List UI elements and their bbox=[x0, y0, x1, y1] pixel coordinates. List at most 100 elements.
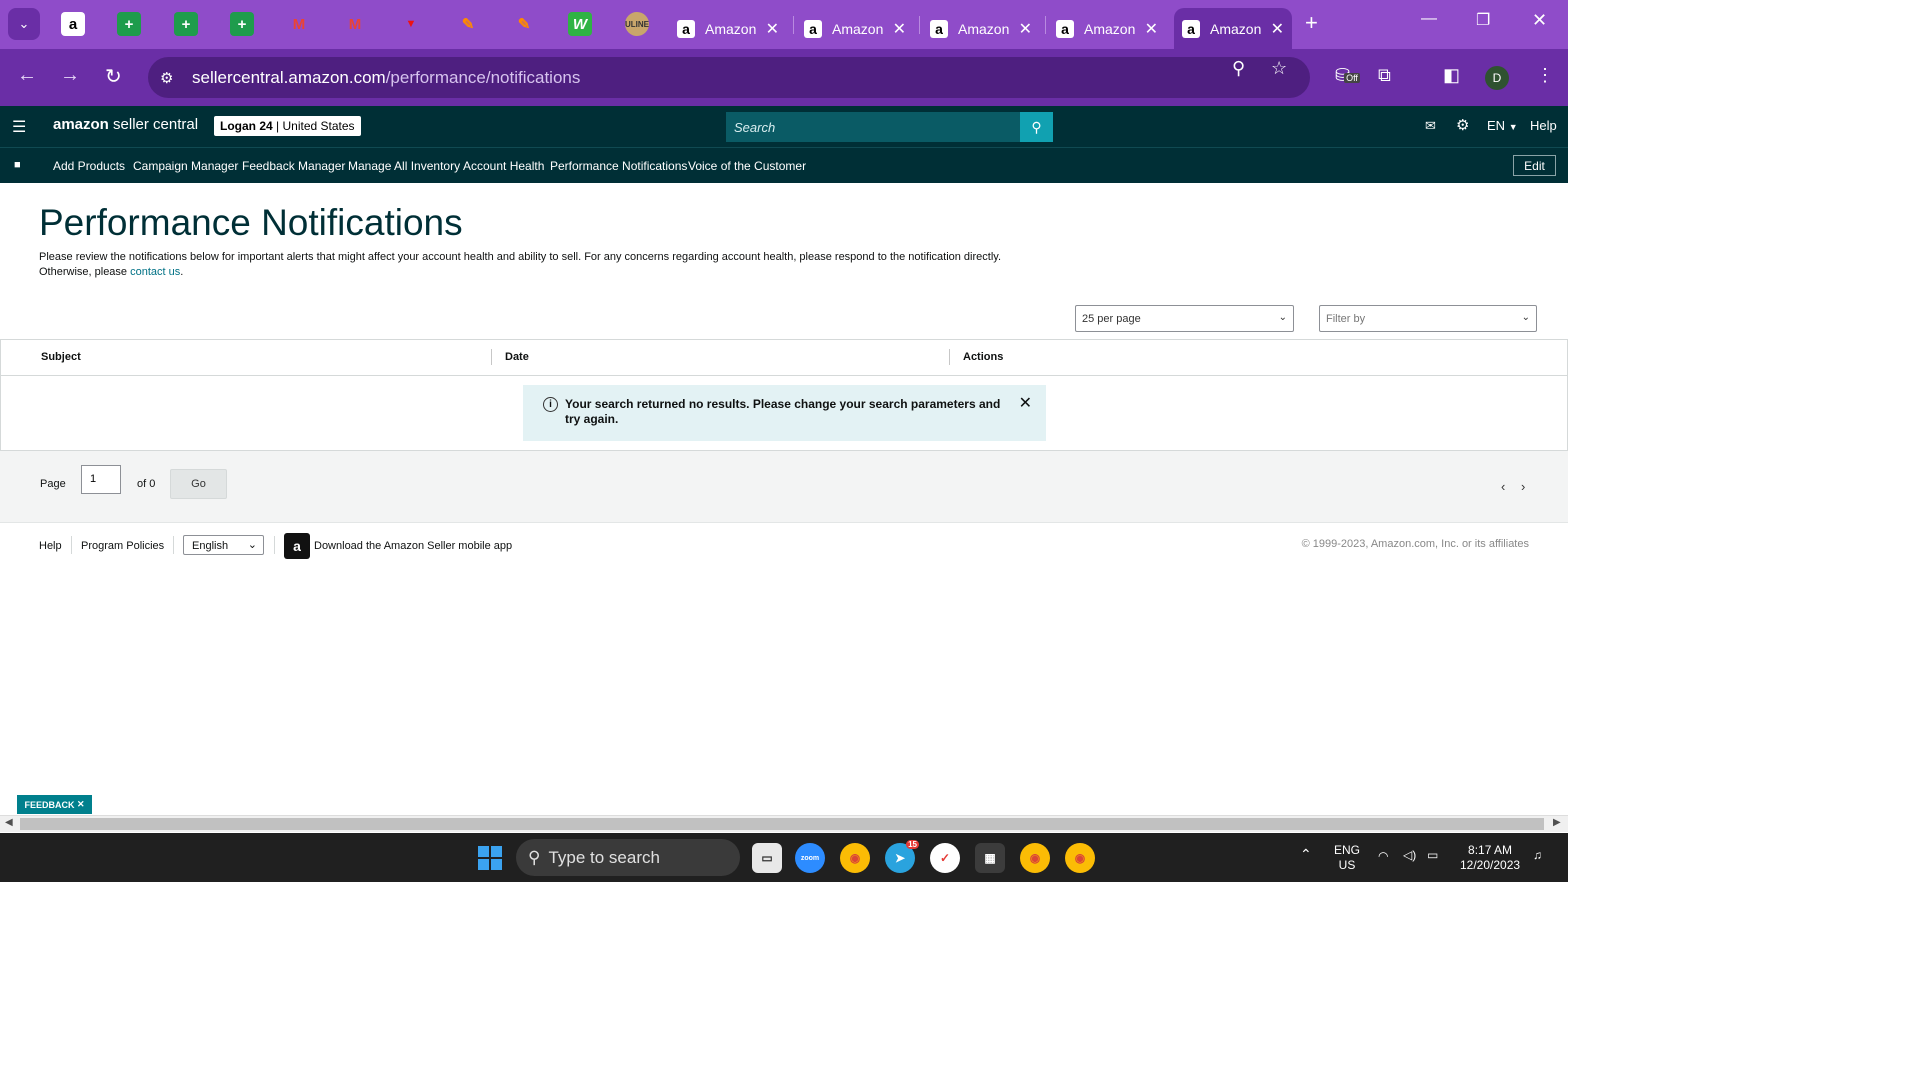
account-region: | United States bbox=[276, 119, 355, 133]
zoom-icon[interactable]: zoom bbox=[795, 843, 825, 873]
zoom-icon[interactable]: ⚲ bbox=[1232, 58, 1245, 79]
browser-tab[interactable]: a Amazon ✕ bbox=[922, 8, 1040, 49]
gmail-icon[interactable]: M bbox=[343, 12, 367, 36]
battery-icon[interactable]: ▭ bbox=[1427, 848, 1438, 863]
address-bar[interactable]: ⚙ sellercentral.amazon.com/performance/n… bbox=[148, 57, 1310, 98]
taskbar-search[interactable]: ⚲ Type to search bbox=[516, 839, 740, 876]
hamburger-menu-icon[interactable]: ☰ bbox=[12, 117, 26, 137]
site-settings-icon[interactable]: ⚙ bbox=[160, 69, 184, 87]
column-subject[interactable]: Subject bbox=[41, 351, 81, 363]
close-icon[interactable]: ✕ bbox=[893, 19, 906, 39]
browser-tab-active[interactable]: a Amazon ✕ bbox=[1174, 8, 1292, 49]
contact-us-link[interactable]: contact us bbox=[130, 266, 180, 278]
go-button[interactable]: Go bbox=[170, 469, 227, 499]
file-explorer-icon[interactable]: ▭ bbox=[752, 843, 782, 873]
input-language[interactable]: ENG US bbox=[1334, 843, 1360, 873]
close-icon[interactable]: ✕ bbox=[77, 799, 85, 810]
nav-link-feedback-manager[interactable]: Feedback Manager bbox=[242, 159, 345, 173]
footer-help-link[interactable]: Help bbox=[39, 540, 62, 552]
close-icon[interactable]: ✕ bbox=[1019, 396, 1032, 412]
browser-tab[interactable]: a Amazon ✕ bbox=[669, 8, 787, 49]
chrome-active-icon[interactable]: ◉ bbox=[1065, 843, 1095, 873]
wifi-icon[interactable]: ◠ bbox=[1378, 849, 1388, 864]
account-switcher[interactable]: Logan 24 | United States bbox=[214, 116, 361, 136]
tasks-icon[interactable]: ✎ bbox=[512, 12, 536, 36]
filter-by-select[interactable]: Filter by ⌄ bbox=[1319, 305, 1537, 332]
restore-icon[interactable]: ❐ bbox=[1476, 10, 1490, 30]
minimize-icon[interactable]: — bbox=[1421, 10, 1437, 28]
wise-icon[interactable]: W bbox=[568, 12, 592, 36]
help-link[interactable]: Help bbox=[1530, 118, 1557, 133]
scrollbar-thumb[interactable] bbox=[20, 818, 1544, 830]
download-app-link[interactable]: Download the Amazon Seller mobile app bbox=[314, 540, 512, 552]
calculator-icon[interactable]: ▦ bbox=[975, 843, 1005, 873]
browser-menu-icon[interactable]: ⋮ bbox=[1536, 65, 1554, 86]
volume-icon[interactable]: ◁) bbox=[1403, 848, 1416, 863]
bookmark-nav: ■ Add Products Campaign Manager Feedback… bbox=[0, 147, 1568, 183]
close-icon[interactable]: ✕ bbox=[766, 19, 779, 39]
nav-link-voice-of-the-customer[interactable]: Voice of the Customer bbox=[688, 159, 806, 173]
page-number-input[interactable]: 1 bbox=[81, 465, 121, 494]
window-close-icon[interactable]: ✕ bbox=[1532, 10, 1547, 31]
nav-link-campaign-manager[interactable]: Campaign Manager bbox=[133, 159, 238, 173]
show-hidden-icons-icon[interactable]: ⌃ bbox=[1300, 847, 1312, 862]
program-policies-link[interactable]: Program Policies bbox=[81, 540, 164, 552]
reload-icon[interactable]: ↻ bbox=[105, 64, 122, 89]
close-icon[interactable]: ✕ bbox=[1145, 19, 1158, 39]
task-app-icon[interactable]: ✓ bbox=[930, 843, 960, 873]
close-icon[interactable]: ✕ bbox=[1019, 19, 1032, 39]
scroll-left-arrow-icon[interactable]: ◀ bbox=[5, 817, 13, 828]
sheets-icon[interactable]: + bbox=[174, 12, 198, 36]
forward-icon[interactable]: → bbox=[60, 64, 80, 87]
gmail-icon[interactable]: M bbox=[287, 12, 311, 36]
chevron-left-icon[interactable]: ‹ bbox=[1501, 479, 1505, 494]
search-icon[interactable]: ⚲ bbox=[1020, 112, 1053, 142]
browser-tab[interactable]: a Amazon ✕ bbox=[1048, 8, 1166, 49]
back-icon[interactable]: ← bbox=[17, 64, 37, 87]
app-icon[interactable]: ▼ bbox=[399, 12, 423, 36]
url-text[interactable]: sellercentral.amazon.com/performance/not… bbox=[192, 68, 580, 88]
language-selector[interactable]: EN ▼ bbox=[1487, 118, 1518, 133]
new-tab-icon[interactable]: + bbox=[1305, 10, 1318, 36]
bookmark-icon[interactable]: ■ bbox=[14, 159, 21, 171]
clock[interactable]: 8:17 AM 12/20/2023 bbox=[1460, 843, 1520, 873]
profile-avatar[interactable]: D bbox=[1485, 66, 1509, 90]
close-icon[interactable]: ✕ bbox=[1271, 19, 1284, 39]
feedback-button[interactable]: FEEDBACK ✕ bbox=[17, 795, 92, 814]
settings-gear-icon[interactable]: ⚙ bbox=[1456, 116, 1469, 134]
bookmark-star-icon[interactable]: ☆ bbox=[1271, 58, 1287, 79]
nav-link-account-health[interactable]: Account Health bbox=[463, 159, 544, 173]
extensions-puzzle-icon[interactable]: ⧉ bbox=[1378, 65, 1391, 86]
windows-start-icon[interactable] bbox=[478, 846, 502, 870]
notifications-bell-icon[interactable]: ♫ bbox=[1533, 848, 1542, 863]
nav-link-add-products[interactable]: Add Products bbox=[53, 159, 125, 173]
footer-language-select[interactable]: English ⌄ bbox=[183, 535, 264, 555]
horizontal-scrollbar[interactable]: ◀ ▶ bbox=[0, 815, 1568, 832]
side-panel-icon[interactable]: ◧ bbox=[1443, 65, 1460, 86]
mail-icon[interactable]: ✉ bbox=[1425, 118, 1436, 134]
chevron-down-icon: ⌄ bbox=[1521, 312, 1530, 323]
tasks-icon[interactable]: ✎ bbox=[456, 12, 480, 36]
edit-button[interactable]: Edit bbox=[1513, 155, 1556, 176]
amazon-app-icon[interactable]: a bbox=[284, 533, 310, 559]
chrome-profile-icon[interactable]: ◉ bbox=[1020, 843, 1050, 873]
sheets-icon[interactable]: + bbox=[117, 12, 141, 36]
chevron-right-icon[interactable]: › bbox=[1521, 479, 1525, 494]
search-input[interactable]: Search bbox=[726, 112, 1020, 142]
scroll-right-arrow-icon[interactable]: ▶ bbox=[1553, 817, 1561, 828]
extension-off-icon[interactable]: ⛁Off bbox=[1335, 65, 1360, 86]
telegram-icon[interactable]: ➤ 15 bbox=[885, 840, 919, 873]
browser-tab[interactable]: a Amazon ✕ bbox=[796, 8, 914, 49]
uline-icon[interactable]: ULINE bbox=[625, 12, 649, 36]
tab-search-chevron-icon[interactable]: ⌄ bbox=[8, 8, 40, 40]
column-date[interactable]: Date bbox=[505, 351, 529, 363]
clock-time: 8:17 AM bbox=[1468, 843, 1513, 857]
chrome-icon[interactable]: ◉ bbox=[840, 843, 870, 873]
amazon-icon: a bbox=[930, 19, 948, 38]
nav-link-manage-all-inventory[interactable]: Manage All Inventory bbox=[348, 159, 460, 173]
seller-central-logo[interactable]: amazon seller central bbox=[53, 116, 198, 133]
per-page-select[interactable]: 25 per page ⌄ bbox=[1075, 305, 1294, 332]
nav-link-performance-notifications[interactable]: Performance Notifications bbox=[550, 159, 687, 173]
amazon-icon[interactable]: a bbox=[61, 12, 85, 36]
sheets-icon[interactable]: + bbox=[230, 12, 254, 36]
